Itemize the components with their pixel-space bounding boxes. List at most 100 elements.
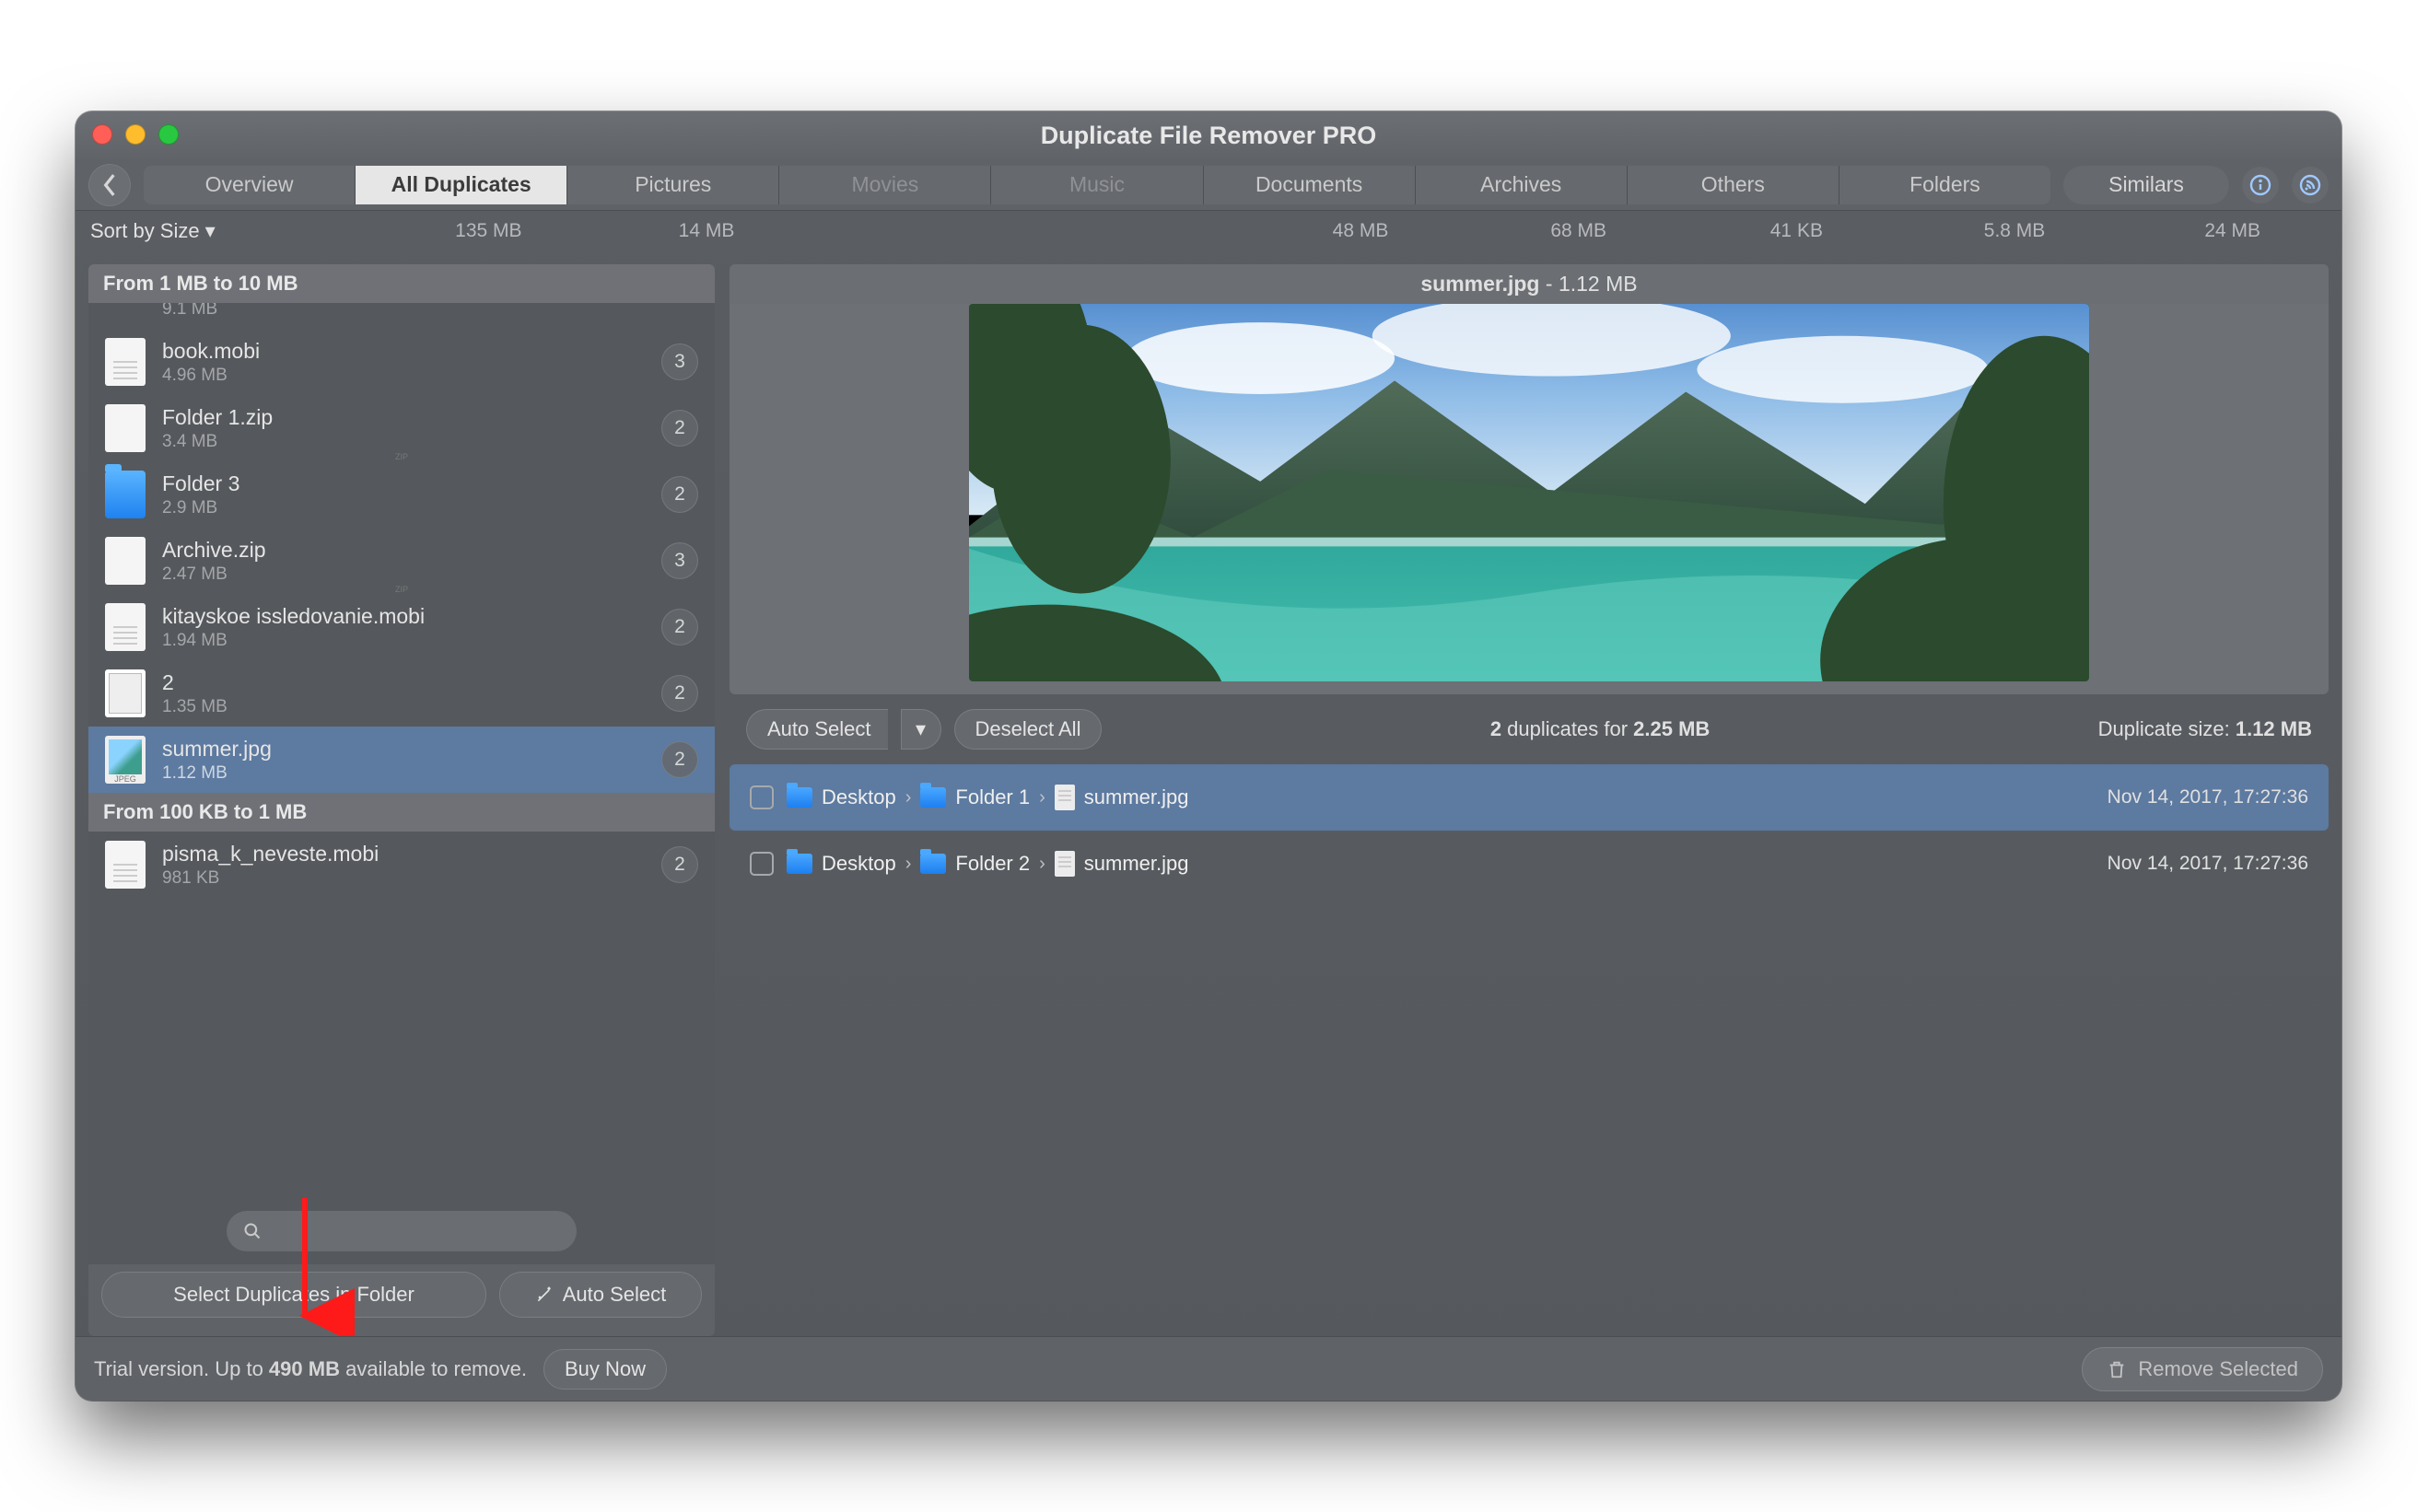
detail-toolbar: Auto Select ▾ Deselect All 2 duplicates …	[730, 705, 2329, 753]
preview-header: summer.jpg - 1.12 MB	[730, 264, 2329, 304]
file-size: 9.1 MB	[162, 303, 698, 320]
file-size: 4.96 MB	[162, 366, 645, 386]
folder-icon	[920, 854, 946, 874]
file-size: 3.4 MB	[162, 432, 645, 452]
file-size: 981 KB	[162, 868, 645, 889]
search-icon	[243, 1222, 262, 1240]
doc-icon	[105, 841, 146, 889]
doc-icon	[105, 338, 146, 386]
preview-image	[969, 304, 2089, 681]
auto-select-label: Auto Select	[563, 1283, 667, 1307]
file-row[interactable]: pisma_k_neveste.mobi981 KB 2	[88, 832, 715, 898]
duplicate-count: 2	[661, 846, 698, 883]
row-checkbox[interactable]	[750, 852, 774, 876]
category-size: 48 MB	[1252, 220, 1470, 242]
file-size: 1.12 MB	[162, 763, 645, 784]
file-icon	[1055, 785, 1075, 810]
timestamp: Nov 14, 2017, 17:27:36	[2108, 786, 2308, 808]
path-breadcrumb: Desktop›Folder 2›summer.jpg	[787, 851, 2095, 877]
crumb-label: Desktop	[822, 852, 896, 876]
duplicate-row[interactable]: Desktop›Folder 1›summer.jpgNov 14, 2017,…	[730, 764, 2329, 831]
tab-others[interactable]: Others	[1627, 166, 1839, 204]
category-size: 24 MB	[2123, 220, 2341, 242]
folder-icon	[105, 471, 146, 518]
close-window-button[interactable]	[92, 124, 112, 145]
tab-archives[interactable]: Archives	[1415, 166, 1627, 204]
info-icon[interactable]	[2242, 167, 2279, 204]
back-button[interactable]	[88, 164, 131, 206]
auto-select-detail-button[interactable]: Auto Select	[746, 709, 888, 750]
remove-selected-button[interactable]: Remove Selected	[2082, 1347, 2323, 1391]
search-box[interactable]	[227, 1211, 577, 1251]
tab-overview[interactable]: Overview	[144, 166, 355, 204]
file-name: Archive.zip	[162, 538, 645, 563]
tab-folders[interactable]: Folders	[1839, 166, 2050, 204]
category-sizes: 135 MB14 MB 48 MB68 MB41 KB5.8 MB24 MB	[379, 220, 2341, 242]
chevron-right-icon: ›	[905, 854, 912, 875]
tab-music[interactable]: Music	[990, 166, 1202, 204]
file-icon	[1055, 851, 1075, 877]
duplicate-count: 3	[661, 542, 698, 579]
file-row[interactable]: ZIPArchive.zip2.47 MB3	[88, 528, 715, 594]
duplicate-size-label: Duplicate size: 1.12 MB	[2098, 717, 2312, 741]
sort-dropdown[interactable]: Sort by Size ▾	[76, 219, 379, 243]
crumb-label: summer.jpg	[1084, 852, 1189, 876]
window-controls	[92, 124, 179, 145]
search-input[interactable]	[271, 1221, 560, 1242]
category-size: 14 MB	[598, 220, 816, 242]
row-checkbox[interactable]	[750, 785, 774, 809]
file-name: Folder 3	[162, 471, 645, 496]
zoom-window-button[interactable]	[158, 124, 179, 145]
chevron-right-icon: ›	[905, 787, 912, 808]
file-row[interactable]: kitayskoe issledovanie.mobi1.94 MB2	[88, 594, 715, 660]
titlebar: Duplicate File Remover PRO	[76, 111, 2341, 159]
category-size: 41 KB	[1687, 220, 1906, 242]
duplicate-row[interactable]: Desktop›Folder 2›summer.jpgNov 14, 2017,…	[730, 831, 2329, 897]
jpeg-icon	[105, 736, 146, 784]
detail-panel: summer.jpg - 1.12 MB	[730, 264, 2329, 1336]
toolbar: OverviewAll DuplicatesPicturesMoviesMusi…	[76, 159, 2341, 211]
tab-all-duplicates[interactable]: All Duplicates	[355, 166, 566, 204]
file-row[interactable]: ZIPFolder 1.zip3.4 MB2	[88, 395, 715, 461]
file-row[interactable]: summer.jpg1.12 MB 2	[88, 727, 715, 793]
doc-icon	[105, 603, 146, 651]
app-window: Duplicate File Remover PRO OverviewAll D…	[76, 111, 2341, 1401]
footer: Trial version. Up to 490 MB available to…	[76, 1336, 2341, 1401]
file-size: 1.94 MB	[162, 631, 645, 651]
category-size: 68 MB	[1469, 220, 1687, 242]
file-name: book.mobi	[162, 339, 645, 364]
select-duplicates-in-folder-button[interactable]: Select Duplicates in Folder	[101, 1272, 486, 1318]
tab-pictures[interactable]: Pictures	[566, 166, 778, 204]
deselect-all-button[interactable]: Deselect All	[954, 709, 1103, 750]
minimize-window-button[interactable]	[125, 124, 146, 145]
rss-icon[interactable]	[2292, 167, 2329, 204]
auto-select-dropdown[interactable]: ▾	[901, 709, 941, 750]
sort-label: Sort by Size	[90, 219, 200, 243]
file-row[interactable]: 9.1 MB	[88, 303, 715, 329]
crumb-label: summer.jpg	[1084, 785, 1189, 809]
file-name: pisma_k_neveste.mobi	[162, 842, 645, 866]
img-icon	[105, 669, 146, 717]
duplicate-count: 2	[661, 741, 698, 778]
category-size	[815, 220, 1033, 242]
file-row[interactable]: book.mobi4.96 MB3	[88, 329, 715, 395]
buy-now-button[interactable]: Buy Now	[543, 1349, 667, 1390]
file-name: summer.jpg	[162, 737, 645, 762]
file-row[interactable]: 21.35 MB2	[88, 660, 715, 727]
preview-pane: summer.jpg - 1.12 MB	[730, 264, 2329, 694]
preview-size: 1.12 MB	[1559, 272, 1638, 296]
auto-select-button[interactable]: Auto Select	[499, 1272, 702, 1318]
file-list[interactable]: From 1 MB to 10 MB9.1 MBbook.mobi4.96 MB…	[88, 264, 715, 1198]
file-row[interactable]: Folder 32.9 MB2	[88, 461, 715, 528]
category-tabs: OverviewAll DuplicatesPicturesMoviesMusi…	[144, 166, 2050, 204]
duplicate-locations: Desktop›Folder 1›summer.jpgNov 14, 2017,…	[730, 764, 2329, 897]
similars-button[interactable]: Similars	[2063, 166, 2229, 204]
window-title: Duplicate File Remover PRO	[1041, 122, 1377, 150]
tab-documents[interactable]: Documents	[1203, 166, 1415, 204]
category-size: 135 MB	[379, 220, 598, 242]
category-size	[1033, 220, 1252, 242]
duplicate-count: 2	[661, 410, 698, 447]
tab-movies[interactable]: Movies	[778, 166, 990, 204]
group-header: From 100 KB to 1 MB	[88, 793, 715, 832]
category-size: 5.8 MB	[1906, 220, 2124, 242]
